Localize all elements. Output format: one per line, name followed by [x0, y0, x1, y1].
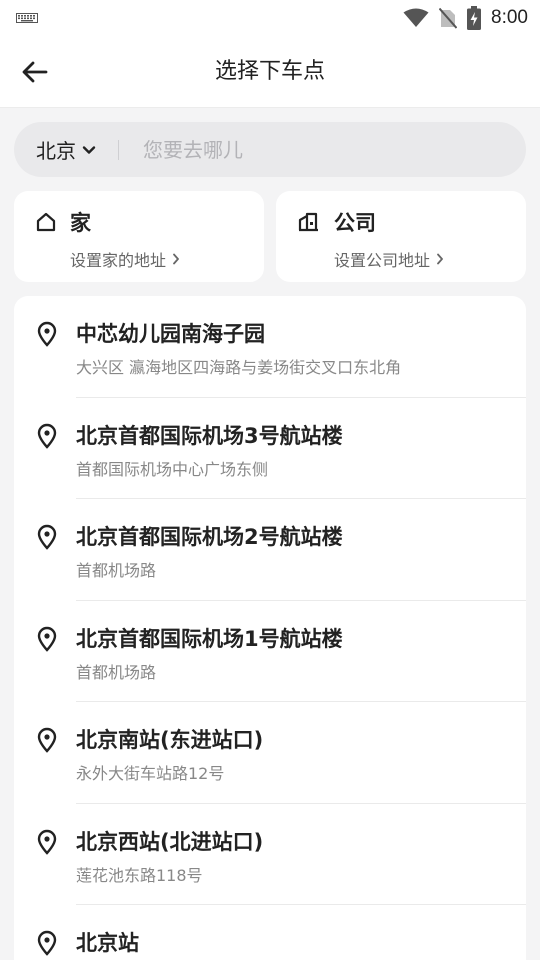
- no-sim-icon: [439, 7, 458, 29]
- city-label: 北京: [36, 139, 76, 163]
- keyboard-icon: [16, 13, 38, 23]
- city-selector[interactable]: 北京: [36, 135, 96, 164]
- place-address: 首都国际机场中心广场东侧: [76, 459, 269, 479]
- place-name: 北京首都国际机场2号航站楼: [76, 525, 343, 549]
- destination-search-input[interactable]: [143, 137, 443, 162]
- location-pin-icon: [37, 829, 57, 855]
- place-list: 中芯幼儿园南海子园 大兴区 瀛海地区四海路与姜场街交叉口东北角 北京首都国际机场…: [14, 296, 526, 960]
- search-bar: 北京: [14, 122, 526, 177]
- list-item[interactable]: 北京站: [14, 905, 526, 960]
- location-pin-icon: [37, 626, 57, 652]
- location-pin-icon: [37, 423, 57, 449]
- place-address: 大兴区 瀛海地区四海路与姜场街交叉口东北角: [76, 358, 402, 377]
- list-item[interactable]: 北京南站(东进站口) 永外大街车站路12号: [14, 702, 526, 804]
- place-name: 北京首都国际机场3号航站楼: [76, 423, 343, 448]
- chevron-down-icon: [82, 145, 96, 154]
- list-item[interactable]: 北京首都国际机场2号航站楼 首都机场路: [14, 499, 526, 601]
- top-app-bar: 选择下车点: [0, 36, 540, 108]
- home-sub-label: 设置家的地址: [70, 251, 167, 270]
- list-item[interactable]: 北京首都国际机场3号航站楼 首都国际机场中心广场东侧: [14, 398, 526, 499]
- wifi-icon: [403, 8, 429, 27]
- place-address: 永外大街车站路12号: [76, 764, 225, 783]
- place-name: 北京首都国际机场1号航站楼: [76, 626, 343, 651]
- company-icon: [298, 212, 318, 232]
- location-pin-icon: [37, 930, 57, 956]
- home-icon: [36, 212, 56, 232]
- chevron-right-icon: [173, 253, 179, 265]
- location-pin-icon: [37, 524, 57, 550]
- status-bar: 8:00: [0, 0, 540, 36]
- place-name: 北京南站(东进站口): [76, 728, 264, 752]
- place-name: 北京站: [76, 931, 139, 955]
- place-address: 首都机场路: [76, 662, 157, 682]
- home-address-card[interactable]: 家 设置家的地址: [14, 191, 264, 282]
- place-name: 中芯幼儿园南海子园: [76, 322, 265, 346]
- page-title: 选择下车点: [214, 59, 325, 84]
- location-pin-icon: [37, 727, 57, 753]
- battery-charging-icon: [467, 6, 482, 30]
- company-address-card[interactable]: 公司 设置公司地址: [276, 191, 526, 282]
- list-item[interactable]: 北京西站(北进站口) 莲花池东路118号: [14, 804, 526, 905]
- list-item[interactable]: 中芯幼儿园南海子园 大兴区 瀛海地区四海路与姜场街交叉口东北角: [14, 296, 526, 398]
- clock: 8:00: [491, 7, 528, 28]
- chevron-right-icon: [437, 253, 443, 265]
- home-label: 家: [70, 211, 91, 235]
- company-sub-label: 设置公司地址: [334, 251, 431, 270]
- company-label: 公司: [334, 211, 376, 235]
- place-address: 莲花池东路118号: [76, 865, 203, 885]
- divider: [118, 139, 119, 160]
- list-item[interactable]: 北京首都国际机场1号航站楼 首都机场路: [14, 601, 526, 702]
- place-address: 首都机场路: [76, 561, 157, 580]
- location-pin-icon: [37, 321, 57, 347]
- place-name: 北京西站(北进站口): [76, 829, 264, 854]
